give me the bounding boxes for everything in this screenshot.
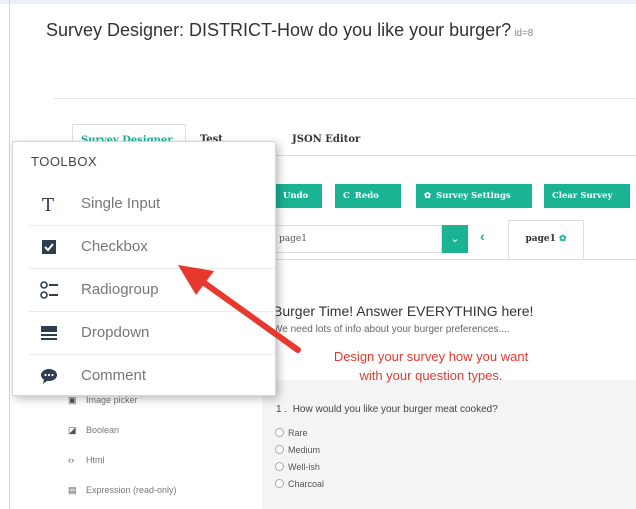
radio-icon[interactable] (275, 428, 284, 437)
left-list-image-picker[interactable]: ▣ Image picker (68, 395, 138, 413)
expression-icon: ▤ (68, 485, 77, 495)
chevron-left-icon[interactable]: ‹ (480, 228, 485, 244)
question-number: 1 . (276, 404, 288, 415)
toolbox-item-label: Comment (81, 367, 147, 384)
svg-text:T: T (42, 195, 54, 214)
undo-button[interactable]: Undo (275, 184, 322, 208)
tab-page1[interactable]: page1 ✿ (508, 220, 584, 260)
choice-label: Charcoal (288, 479, 325, 489)
toolbox-item-label: Checkbox (81, 238, 148, 255)
choice-charcoal[interactable]: Charcoal (275, 479, 324, 489)
toolbox-item-label: Dropdown (81, 324, 150, 341)
page-select[interactable]: page1 (272, 225, 442, 253)
radio-icon[interactable] (275, 445, 284, 454)
page-title: Survey Designer: DISTRICT-How do you lik… (46, 20, 533, 41)
annotation-line-2: with your question types. (359, 368, 503, 383)
clear-survey-button[interactable]: Clear Survey (544, 184, 630, 208)
page-tab-divider (264, 259, 636, 260)
survey-settings-button[interactable]: ✿ Survey Settings (416, 184, 532, 208)
chevron-down-icon[interactable]: ⌄ (442, 225, 468, 253)
toolbox-title: TOOLBOX (31, 154, 98, 169)
code-icon: ‹› (68, 455, 74, 465)
survey-id: id=8 (514, 28, 534, 39)
choice-rare[interactable]: Rare (275, 428, 308, 438)
left-list-html[interactable]: ‹› Html (68, 455, 105, 473)
comment-icon (39, 366, 59, 386)
choice-well-ish[interactable]: Well-ish (275, 462, 320, 472)
boolean-icon: ◪ (68, 425, 77, 435)
question-title[interactable]: 1 . How would you like your burger meat … (276, 404, 498, 415)
page-tab-label: page1 (525, 234, 556, 244)
radiogroup-icon (39, 280, 59, 300)
choice-medium[interactable]: Medium (275, 445, 320, 455)
radio-icon[interactable] (275, 462, 284, 471)
undo-label: Undo (283, 191, 309, 201)
tab-json-editor[interactable]: JSON Editor (284, 124, 384, 156)
question-text: How would you like your burger meat cook… (292, 404, 498, 415)
window-top-edge (0, 0, 636, 4)
clear-survey-label: Clear Survey (552, 191, 613, 201)
window-left-border (9, 0, 10, 509)
left-list-label: Html (86, 455, 105, 465)
header-divider (54, 98, 636, 99)
annotation-line-1: Design your survey how you want (333, 349, 529, 364)
radio-icon[interactable] (275, 479, 284, 488)
gear-icon: ✿ (424, 191, 432, 201)
left-list-label: Expression (read-only) (86, 485, 177, 495)
toolbox-item-label: Single Input (81, 195, 161, 212)
survey-settings-label: Survey Settings (436, 191, 511, 201)
toolbox-item-label: Radiogroup (81, 281, 159, 298)
annotation-text: Design your survey how you want with you… (306, 347, 556, 385)
redo-icon: C (343, 191, 350, 201)
choice-label: Rare (288, 428, 308, 438)
choice-label: Medium (288, 445, 321, 455)
choice-label: Well-ish (288, 462, 320, 472)
left-list-boolean[interactable]: ◪ Boolean (68, 425, 119, 443)
left-list-label: Boolean (86, 425, 120, 435)
left-list-expression[interactable]: ▤ Expression (read-only) (68, 485, 177, 503)
redo-button[interactable]: C Redo (335, 184, 401, 208)
annotation-arrow (178, 265, 301, 353)
survey-title[interactable]: Burger Time! Answer EVERYTHING here! (273, 303, 533, 319)
checkbox-icon (39, 237, 59, 257)
text-icon: T (39, 194, 59, 216)
redo-label: Redo (354, 191, 379, 201)
page-title-text: Survey Designer: DISTRICT-How do you lik… (46, 20, 512, 40)
page-gear-icon[interactable]: ✿ (559, 234, 567, 244)
dropdown-icon (39, 323, 59, 343)
toolbox-item-single-input[interactable]: T Single Input (13, 183, 277, 225)
